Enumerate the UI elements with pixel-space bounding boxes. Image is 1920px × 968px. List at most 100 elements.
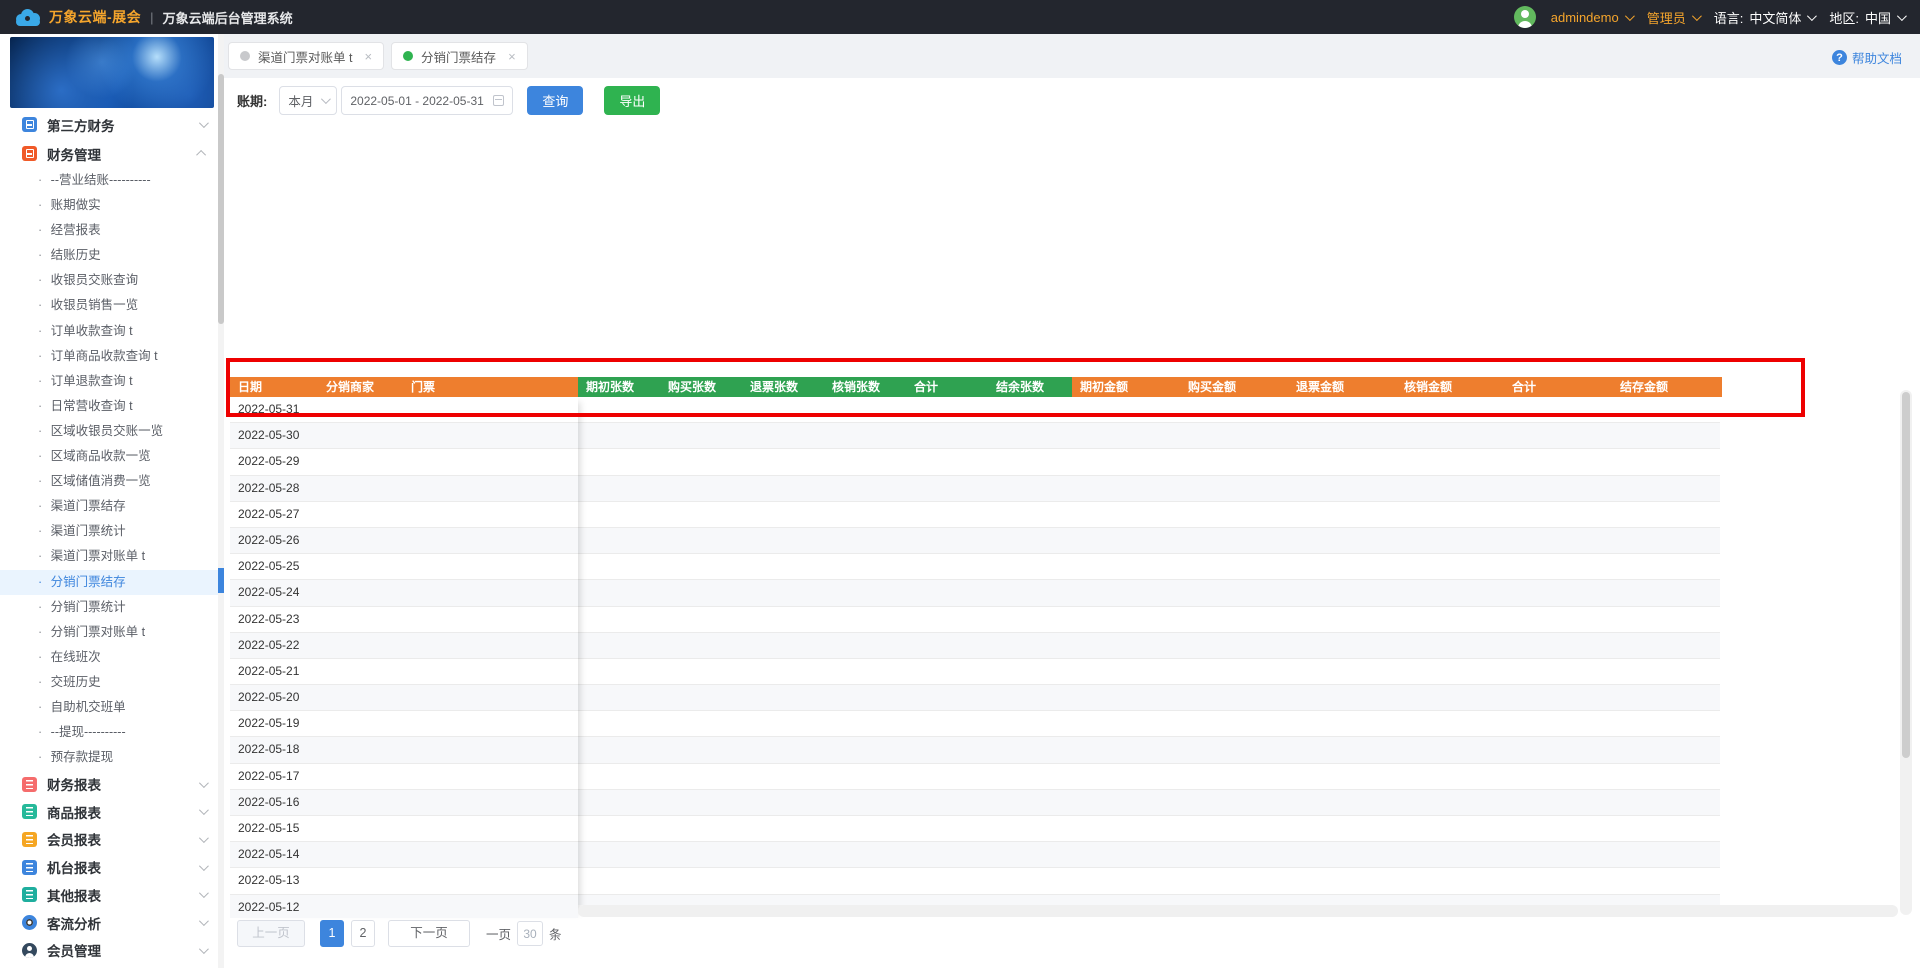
help-label: 帮助文档 xyxy=(1851,52,1902,66)
tab-channel-ticket-statement[interactable]: 渠道门票对账单 t × xyxy=(228,42,385,70)
sidebar-item[interactable]: 分销门票统计 xyxy=(0,595,224,620)
column-header: 购买张数 xyxy=(668,380,717,394)
sidebar-item[interactable]: 结账历史 xyxy=(0,243,224,268)
content-card: 账期: 本月 2022-05-01 - 2022-05-31 查询 导出 日期 分… xyxy=(224,78,1920,968)
sidebar-section[interactable]: 会员报表 xyxy=(0,826,224,854)
sidebar-item[interactable]: 账期做实 xyxy=(0,193,224,218)
sidebar-item-label: 在线班次 xyxy=(50,649,101,664)
avatar[interactable] xyxy=(1513,6,1536,28)
sidebar-item[interactable]: --营业结账---------- xyxy=(0,168,224,193)
sidebar-item[interactable]: 渠道门票统计 xyxy=(0,519,224,544)
query-button[interactable]: 查询 xyxy=(527,86,584,115)
column-header: 合计 xyxy=(914,380,939,394)
sidebar-item[interactable]: 交班历史 xyxy=(0,670,224,695)
sidebar-item-label: 区域收银员交账一览 xyxy=(50,423,164,438)
table-header: 日期 分销商家 门票 期初张数 购买张数 退票张数 核销张数 合计 结余张数 期初金额 购买金额… xyxy=(230,377,1722,397)
sidebar-item[interactable]: 日常营收查询 t xyxy=(0,394,224,419)
sidebar-item[interactable]: 分销门票结存 xyxy=(0,569,224,595)
sidebar-item[interactable]: 订单商品收款查询 t xyxy=(0,344,224,369)
sidebar-item[interactable]: 区域储值消费一览 xyxy=(0,469,224,494)
region-menu[interactable]: 地区: 中国 xyxy=(1829,8,1907,27)
chevron-down-icon xyxy=(1896,10,1907,21)
sidebar-item[interactable]: 收银员销售一览 xyxy=(0,293,224,318)
help-docs-link[interactable]: ? 帮助文档 xyxy=(1831,48,1902,67)
vertical-scrollbar[interactable] xyxy=(1900,390,1912,915)
sidebar-item[interactable]: 收银员交账查询 xyxy=(0,268,224,293)
close-icon[interactable]: × xyxy=(364,49,372,64)
page-number-button[interactable]: 2 xyxy=(351,920,375,947)
sidebar-item-label: 交班历史 xyxy=(50,674,101,689)
period-value: 本月 xyxy=(288,95,314,109)
user-menu[interactable]: admindemo xyxy=(1551,10,1635,25)
date-cell: 2022-05-21 xyxy=(238,663,300,678)
export-button[interactable]: 导出 xyxy=(604,86,661,115)
table-row xyxy=(578,580,1720,607)
tab-label: 分销门票结存 xyxy=(421,50,497,65)
period-select[interactable]: 本月 xyxy=(279,86,338,115)
date-cell: 2022-05-17 xyxy=(238,768,300,783)
next-page-button[interactable]: 下一页 xyxy=(388,920,470,947)
chevron-up-icon xyxy=(196,149,207,160)
table-row xyxy=(578,397,1720,424)
table-row xyxy=(578,527,1720,555)
sidebar-item[interactable]: 经营报表 xyxy=(0,218,224,243)
sidebar-item-label: 区域储值消费一览 xyxy=(50,474,151,489)
date-range-input[interactable]: 2022-05-01 - 2022-05-31 xyxy=(341,86,514,115)
sidebar-item-label: 结账历史 xyxy=(50,248,101,263)
sidebar-item[interactable]: 预存款提现 xyxy=(0,745,224,770)
report-icon xyxy=(22,859,37,875)
close-icon[interactable]: × xyxy=(508,49,516,64)
sidebar-item[interactable]: 渠道门票对账单 t xyxy=(0,544,224,569)
table-row xyxy=(578,449,1720,476)
sidebar-section[interactable]: 会员管理 xyxy=(0,936,224,964)
sidebar-item[interactable]: 区域收银员交账一览 xyxy=(0,419,224,444)
bottom-sections: 财务报表 商品报表 会员报表 机台报表 其他报表 客流分析 会员管理 xyxy=(0,770,224,964)
date-cell: 2022-05-29 xyxy=(238,454,300,469)
per-page-input[interactable] xyxy=(517,921,544,946)
sidebar-item-label: 渠道门票对账单 t xyxy=(50,549,146,564)
sidebar-section[interactable]: 其他报表 xyxy=(0,881,224,909)
sidebar-section[interactable]: 机台报表 xyxy=(0,853,224,881)
chevron-down-icon xyxy=(198,777,209,788)
table-row: 2022-05-13 xyxy=(230,868,578,895)
sidebar-item[interactable]: 订单退款查询 t xyxy=(0,369,224,394)
page-number-button[interactable]: 1 xyxy=(320,920,344,947)
sidebar-banner-image xyxy=(10,37,214,108)
tab-distribution-ticket-balance[interactable]: 分销门票结存 × xyxy=(391,42,528,70)
table-scroll-area xyxy=(578,397,1720,905)
language-menu[interactable]: 语言: 中文简体 xyxy=(1714,8,1818,27)
sidebar-section-third-party-finance[interactable]: 第三方财务 xyxy=(0,110,224,139)
table-row: 2022-05-29 xyxy=(230,449,578,476)
sidebar-section[interactable]: 商品报表 xyxy=(0,798,224,826)
calculator-icon xyxy=(22,117,37,132)
sidebar-item[interactable]: 渠道门票结存 xyxy=(0,494,224,519)
report-icon xyxy=(22,804,37,820)
sidebar-section[interactable]: 财务报表 xyxy=(0,770,224,798)
chevron-down-icon xyxy=(321,94,332,105)
column-header: 日期 xyxy=(238,380,263,394)
tab-status-dot xyxy=(240,51,250,61)
date-cell: 2022-05-24 xyxy=(238,585,300,600)
table-row xyxy=(578,475,1720,502)
sidebar-item-label: 分销门票对账单 t xyxy=(50,624,146,639)
role-menu[interactable]: 管理员 xyxy=(1647,8,1702,27)
prev-page-button[interactable]: 上一页 xyxy=(237,920,305,947)
horizontal-scrollbar[interactable] xyxy=(578,905,1898,917)
sidebar-item[interactable]: 订单收款查询 t xyxy=(0,319,224,344)
date-cell: 2022-05-30 xyxy=(238,428,300,443)
sidebar-item-label: 订单收款查询 t xyxy=(50,323,133,338)
sidebar-item[interactable]: 区域商品收款一览 xyxy=(0,444,224,469)
calculator-icon xyxy=(22,146,37,161)
sidebar-item[interactable]: 在线班次 xyxy=(0,645,224,670)
sidebar-item[interactable]: 自助机交班单 xyxy=(0,695,224,720)
sidebar-item-label: --营业结账---------- xyxy=(50,173,151,187)
sidebar-section-finance-management[interactable]: 财务管理 xyxy=(0,139,224,168)
region-label: 地区: xyxy=(1829,10,1859,26)
header-group-counts: 期初张数 购买张数 退票张数 核销张数 合计 结余张数 xyxy=(578,377,1072,397)
vertical-scrollbar-thumb[interactable] xyxy=(1902,392,1910,758)
sidebar-item[interactable]: 分销门票对账单 t xyxy=(0,620,224,645)
column-header: 结存金额 xyxy=(1620,380,1669,394)
sidebar-section[interactable]: 客流分析 xyxy=(0,909,224,937)
sidebar-item[interactable]: --提现---------- xyxy=(0,720,224,745)
column-header: 合计 xyxy=(1512,380,1537,394)
